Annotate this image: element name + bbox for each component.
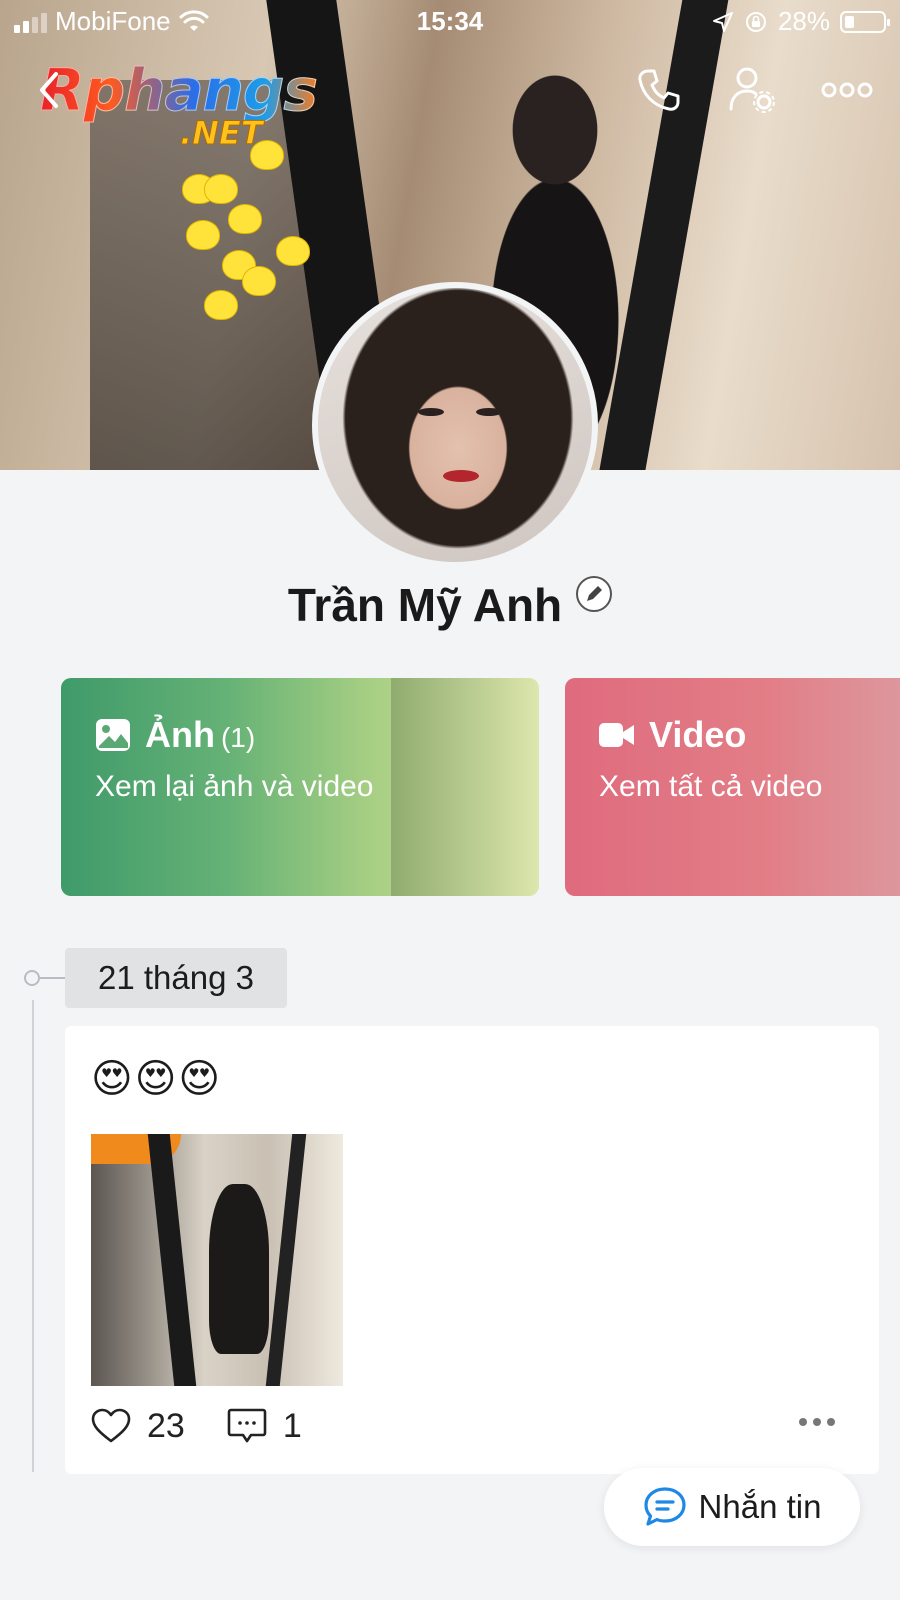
profile-name: Trần Mỹ Anh — [287, 579, 563, 631]
phone-icon — [638, 69, 680, 111]
duck-sticker — [204, 290, 238, 320]
status-right: 28% — [712, 6, 890, 37]
like-button[interactable]: 23 — [91, 1407, 185, 1446]
user-settings-icon — [729, 67, 775, 113]
like-count: 23 — [147, 1406, 185, 1445]
header-actions — [626, 64, 880, 116]
duck-sticker — [186, 220, 220, 250]
status-bar: MobiFone 15:34 28% — [0, 0, 900, 44]
post-photo-mirror-frame — [147, 1134, 197, 1386]
profile-avatar[interactable] — [312, 282, 598, 568]
avatar-lips — [443, 470, 479, 482]
avatar-eye — [418, 408, 444, 416]
comment-button[interactable]: 1 — [227, 1407, 302, 1446]
post-photo-person — [209, 1184, 269, 1354]
post-more-button[interactable] — [799, 1418, 835, 1426]
photos-card-title-row: Ảnh (1) — [95, 714, 255, 756]
photos-card-background — [391, 678, 539, 896]
videos-card-subtitle: Xem tất cả video — [599, 770, 823, 803]
watermark-sub-text: .NET — [180, 114, 264, 153]
image-icon — [96, 719, 130, 751]
photos-card-count: (1) — [220, 722, 256, 753]
post-photo-mirror-frame — [265, 1134, 307, 1386]
call-button[interactable] — [626, 64, 692, 116]
battery-icon — [840, 10, 890, 33]
duck-sticker — [276, 236, 310, 266]
post-actions: 23 1 — [91, 1396, 861, 1456]
post-card[interactable]: 😍😍😍 23 1 — [65, 1026, 879, 1474]
chat-bubble-icon — [643, 1487, 686, 1526]
heart-icon — [91, 1408, 131, 1443]
location-arrow-icon — [712, 11, 733, 32]
more-horizontal-icon — [799, 1418, 807, 1426]
videos-card-title-row: Video — [599, 714, 746, 756]
video-camera-icon — [599, 723, 634, 747]
rotation-lock-icon — [745, 11, 766, 32]
profile-settings-button[interactable] — [720, 64, 786, 116]
comment-icon — [227, 1408, 267, 1443]
edit-name-button[interactable] — [576, 576, 613, 612]
message-button-label: Nhắn tin — [698, 1488, 822, 1525]
timeline-line — [32, 1000, 34, 1472]
videos-card-title: Video — [649, 714, 747, 755]
post-photo[interactable] — [91, 1134, 343, 1386]
avatar-eye — [476, 408, 502, 416]
post-text: 😍😍😍 — [91, 1057, 223, 1101]
battery-percent: 28% — [777, 6, 830, 36]
photos-card[interactable]: Ảnh (1) Xem lại ảnh và video — [61, 678, 539, 896]
more-icon — [821, 82, 873, 98]
duck-stickers — [180, 140, 310, 340]
message-button[interactable]: Nhắn tin — [604, 1468, 860, 1546]
pencil-icon — [587, 586, 603, 601]
duck-sticker — [204, 174, 238, 204]
photos-card-subtitle: Xem lại ảnh và video — [95, 770, 374, 803]
duck-sticker — [242, 266, 276, 296]
videos-card[interactable]: Video Xem tất cả video — [565, 678, 900, 896]
comment-count: 1 — [282, 1406, 302, 1445]
back-icon[interactable] — [38, 70, 60, 110]
timeline-dot — [24, 970, 40, 986]
photos-card-title: Ảnh (1) — [145, 714, 256, 755]
watermark-logo: Rphangs .NET — [40, 56, 320, 156]
timeline-connector — [40, 977, 66, 979]
more-options-button[interactable] — [814, 64, 880, 116]
timeline-date: 21 tháng 3 — [65, 948, 287, 1008]
profile-name-row: Trần Mỹ Anh — [0, 576, 900, 632]
duck-sticker — [228, 204, 262, 234]
